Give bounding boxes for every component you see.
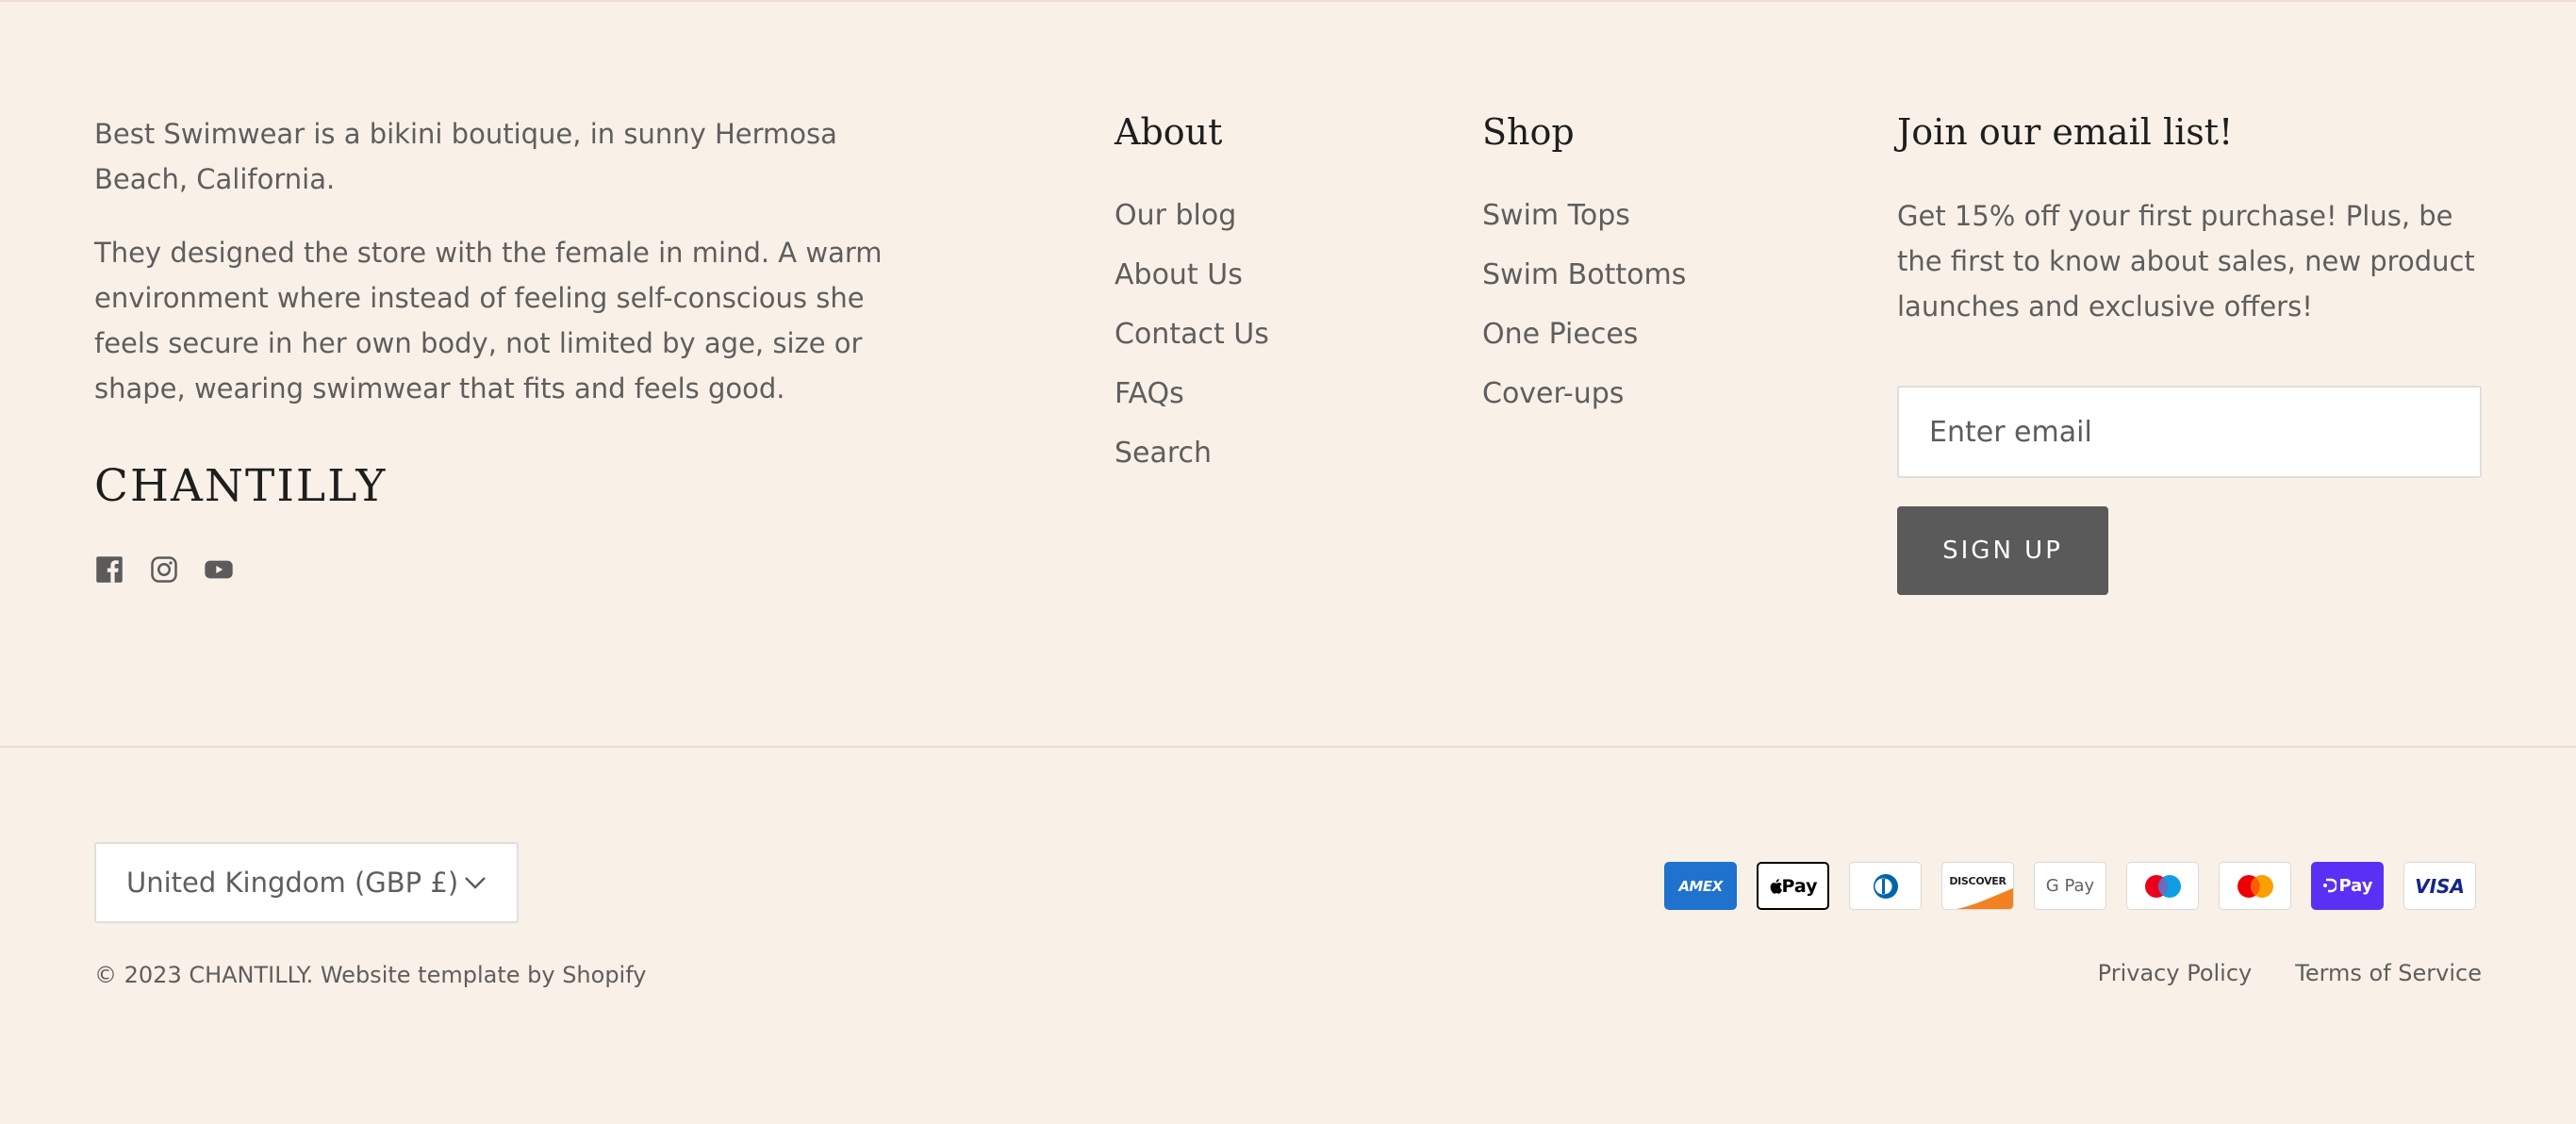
diners-club-icon (1849, 862, 1922, 910)
mastercard-icon (2219, 862, 2291, 910)
google-pay-icon: G Pay (2034, 862, 2106, 910)
about-paragraph-1: Best Swimwear is a bikini boutique, in s… (94, 118, 837, 195)
facebook-icon[interactable] (94, 554, 124, 585)
youtube-icon[interactable] (204, 554, 234, 585)
maestro-icon (2126, 862, 2199, 910)
terms-of-service-link[interactable]: Terms of Service (2295, 960, 2482, 986)
top-divider (0, 0, 2576, 2)
instagram-icon[interactable] (149, 554, 179, 585)
shop-nav: Swim Tops Swim Bottoms One Pieces Cover-… (1482, 193, 1686, 431)
legal-links: Privacy Policy Terms of Service (2098, 960, 2482, 986)
privacy-policy-link[interactable]: Privacy Policy (2098, 960, 2253, 986)
nav-link-swim-bottoms[interactable]: Swim Bottoms (1482, 253, 1686, 312)
newsletter-heading: Join our email list! (1897, 111, 2234, 153)
chevron-down-icon (465, 877, 486, 889)
footer: Best Swimwear is a bikini boutique, in s… (0, 0, 2576, 1124)
nav-link-search[interactable]: Search (1115, 431, 1269, 490)
nav-link-contact-us[interactable]: Contact Us (1115, 312, 1269, 372)
shop-heading: Shop (1482, 111, 1575, 153)
social-links (94, 554, 234, 585)
apple-pay-icon: Pay (1757, 862, 1829, 910)
shop-pay-icon: Pay (2311, 862, 2384, 910)
nav-link-swim-tops[interactable]: Swim Tops (1482, 193, 1686, 253)
nav-link-one-pieces[interactable]: One Pieces (1482, 312, 1686, 372)
nav-link-about-us[interactable]: About Us (1115, 253, 1269, 312)
nav-link-cover-ups[interactable]: Cover-ups (1482, 372, 1686, 431)
discover-icon: DISCOVER (1941, 862, 2014, 910)
bottom-divider (0, 746, 2576, 748)
country-select-value: United Kingdom (GBP £) (126, 867, 459, 899)
newsletter-text: Get 15% off your first purchase! Plus, b… (1897, 200, 2475, 322)
nav-link-our-blog[interactable]: Our blog (1115, 193, 1269, 253)
copyright: © 2023 CHANTILLY. Website template by Sh… (94, 962, 647, 988)
about-heading: About (1115, 111, 1223, 153)
visa-icon: VISA (2403, 862, 2476, 910)
amex-icon: AMEX (1664, 862, 1737, 910)
nav-link-faqs[interactable]: FAQs (1115, 372, 1269, 431)
about-text: Best Swimwear is a bikini boutique, in s… (94, 111, 905, 411)
sign-up-button[interactable]: SIGN UP (1897, 506, 2108, 595)
brand-logo[interactable]: CHANTILLY (94, 460, 387, 512)
email-input[interactable] (1897, 386, 2482, 478)
about-paragraph-2: They designed the store with the female … (94, 237, 883, 405)
payment-icons: AMEX Pay DISCOVER G Pay Pay VISA (1664, 862, 2476, 910)
country-select[interactable]: United Kingdom (GBP £) (94, 842, 519, 923)
about-nav: Our blog About Us Contact Us FAQs Search (1115, 193, 1269, 490)
